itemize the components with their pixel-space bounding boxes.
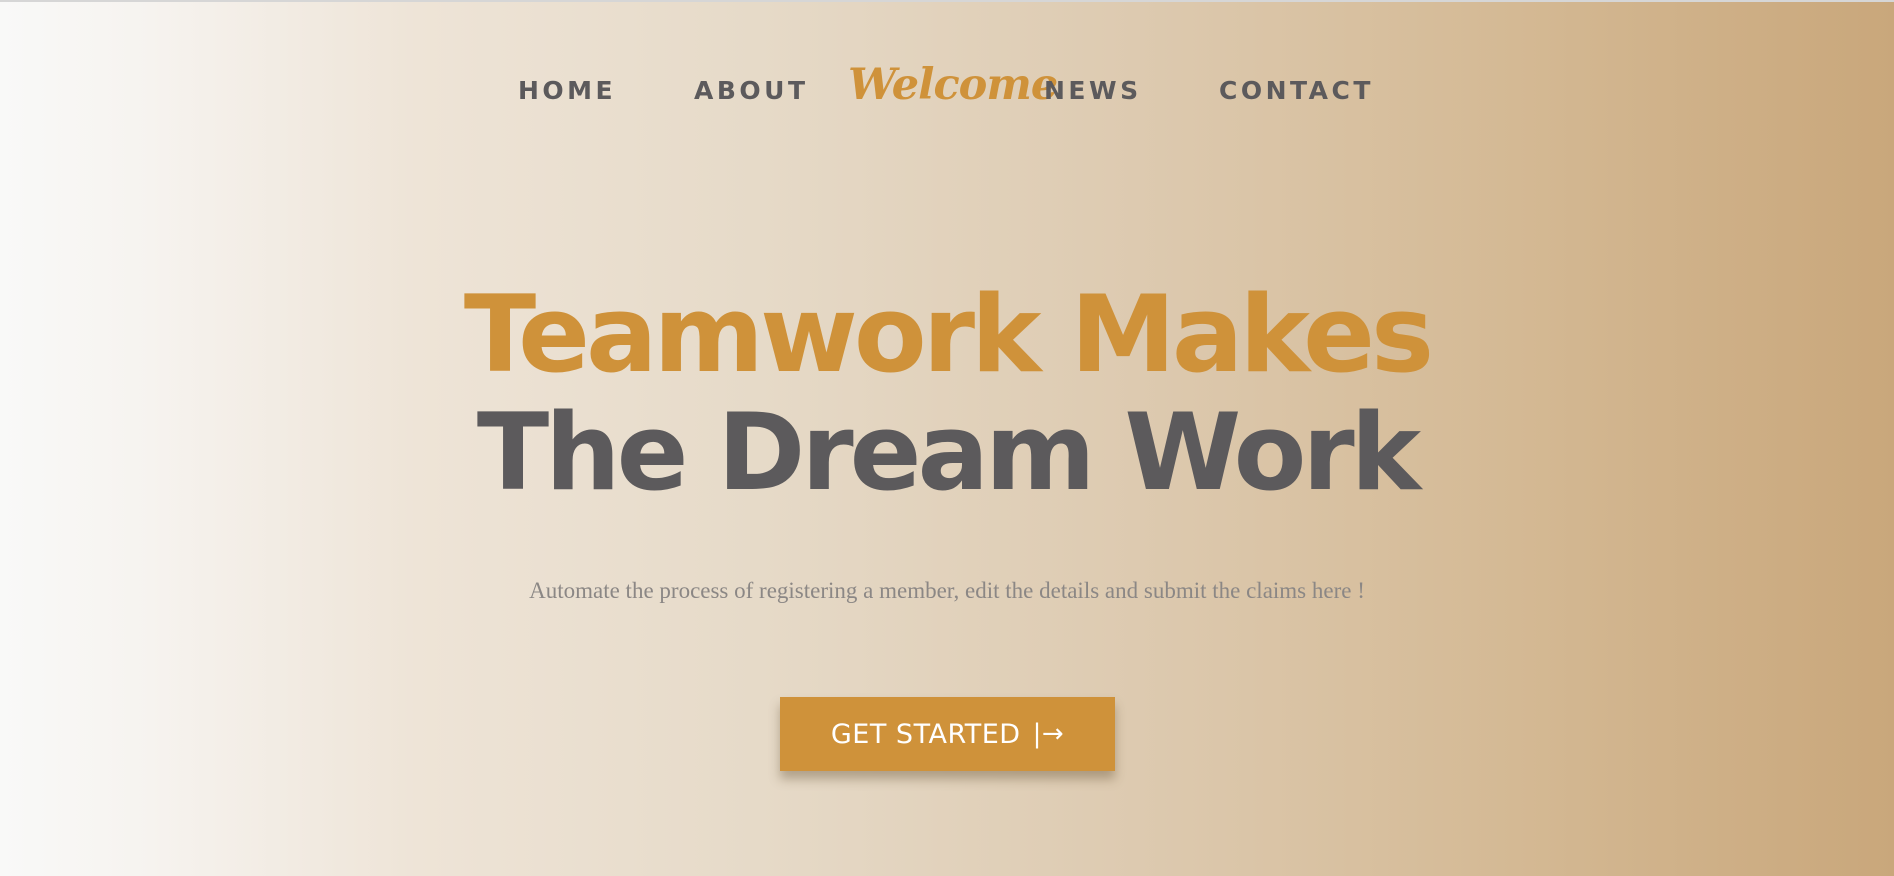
- hero-headline-line2: The Dream Work: [476, 391, 1421, 514]
- hero-subtitle: Automate the process of registering a me…: [529, 578, 1365, 603]
- top-border: [0, 0, 1894, 2]
- nav-link-news[interactable]: NEWS: [1044, 76, 1142, 105]
- arrow-right-to-bar-icon: |→: [1032, 719, 1065, 749]
- nav-link-about[interactable]: ABOUT: [694, 76, 809, 105]
- get-started-button[interactable]: GET STARTED |→: [780, 697, 1115, 771]
- nav-link-home[interactable]: HOME: [518, 76, 616, 105]
- hero-headline-line1: Teamwork Makes: [463, 273, 1434, 396]
- nav-link-contact[interactable]: CONTACT: [1219, 76, 1374, 105]
- brand-logo[interactable]: Welcome: [848, 60, 1058, 110]
- main-nav: HOME ABOUT Welcome NEWS CONTACT: [0, 60, 1894, 120]
- get-started-label: GET STARTED: [830, 718, 1021, 750]
